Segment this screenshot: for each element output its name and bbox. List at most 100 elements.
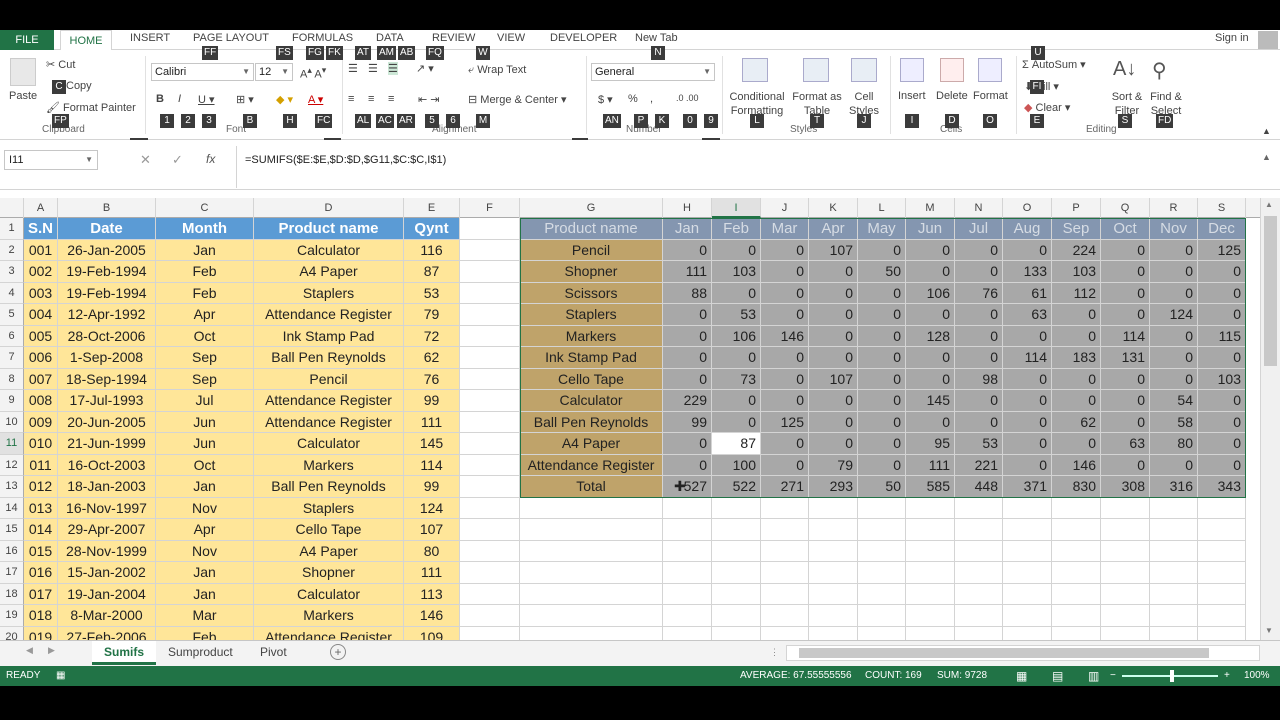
summary-value-cell[interactable]: 0	[809, 390, 858, 412]
empty-cell[interactable]	[1101, 540, 1150, 562]
empty-cell[interactable]	[761, 519, 809, 541]
summary-value-cell[interactable]: 146	[1052, 454, 1101, 476]
table-cell[interactable]: 146	[404, 605, 460, 627]
table-cell[interactable]: 8-Mar-2000	[58, 605, 156, 627]
empty-cell[interactable]	[858, 605, 906, 627]
summary-value-cell[interactable]: 111	[663, 261, 712, 283]
empty-cell[interactable]	[460, 562, 520, 584]
empty-cell[interactable]	[520, 497, 663, 519]
table-cell[interactable]: 004	[24, 304, 58, 326]
zoom-slider-thumb[interactable]	[1170, 670, 1174, 682]
column-header-a[interactable]: A	[24, 198, 58, 218]
empty-cell[interactable]	[1150, 583, 1198, 605]
row-header-11[interactable]: 11	[0, 433, 24, 455]
row-header-8[interactable]: 8	[0, 368, 24, 390]
cancel-icon[interactable]: ✕	[140, 152, 151, 168]
empty-cell[interactable]	[712, 519, 761, 541]
summary-value-cell[interactable]: 0	[858, 304, 906, 326]
align-bottom-icon[interactable]: ☰	[388, 62, 398, 75]
summary-row-label[interactable]: Markers	[520, 325, 663, 347]
summary-value-cell[interactable]: 53	[712, 304, 761, 326]
empty-cell[interactable]	[809, 540, 858, 562]
fill-color-icon[interactable]: ◆ ▾	[276, 93, 293, 106]
orientation-icon[interactable]: ↗ ▾	[416, 62, 434, 75]
empty-cell[interactable]	[460, 626, 520, 640]
summary-value-cell[interactable]: 0	[858, 411, 906, 433]
summary-value-cell[interactable]: 125	[761, 411, 809, 433]
summary-value-cell[interactable]: 0	[761, 433, 809, 455]
summary-value-cell[interactable]: 0	[906, 368, 955, 390]
empty-cell[interactable]	[712, 540, 761, 562]
row-header-5[interactable]: 5	[0, 304, 24, 326]
empty-cell[interactable]	[460, 347, 520, 369]
summary-value-cell[interactable]: 0	[761, 454, 809, 476]
empty-cell[interactable]	[1150, 605, 1198, 627]
summary-header-cell[interactable]: Mar	[761, 218, 809, 240]
enter-icon[interactable]: ✓	[172, 152, 183, 168]
column-header-i[interactable]: I	[712, 198, 761, 218]
empty-cell[interactable]	[460, 304, 520, 326]
table-cell[interactable]: 28-Nov-1999	[58, 540, 156, 562]
empty-cell[interactable]	[460, 368, 520, 390]
summary-value-cell[interactable]: 112	[1052, 282, 1101, 304]
summary-value-cell[interactable]: 0	[1101, 282, 1150, 304]
zoom-out-icon[interactable]: −	[1110, 666, 1116, 686]
summary-value-cell[interactable]: 308	[1101, 476, 1150, 498]
summary-value-cell[interactable]: 0	[1150, 347, 1198, 369]
row-header-19[interactable]: 19	[0, 605, 24, 627]
empty-cell[interactable]	[460, 433, 520, 455]
tab-formulas[interactable]: FORMULAS	[292, 32, 353, 44]
table-cell[interactable]: Markers	[254, 605, 404, 627]
empty-cell[interactable]	[520, 562, 663, 584]
tab-data[interactable]: DATA	[376, 32, 404, 44]
summary-header-cell[interactable]: Jan	[663, 218, 712, 240]
column-header-o[interactable]: O	[1003, 198, 1052, 218]
empty-cell[interactable]	[906, 583, 955, 605]
column-header-p[interactable]: P	[1052, 198, 1101, 218]
summary-row-label[interactable]: Calculator	[520, 390, 663, 412]
table-cell[interactable]: Calculator	[254, 583, 404, 605]
summary-row-label[interactable]: Ball Pen Reynolds	[520, 411, 663, 433]
summary-value-cell[interactable]: 0	[1101, 368, 1150, 390]
zoom-level[interactable]: 100%	[1244, 666, 1270, 686]
font-name-select[interactable]: Calibri ▼	[151, 63, 254, 81]
table-cell[interactable]: Ink Stamp Pad	[254, 325, 404, 347]
worksheet-grid[interactable]: ABCDEFGHIJKLMNOPQRS 1 2 3 4 5 6 7 8 9 10 11 12 13 14 1…	[0, 198, 1260, 640]
table-cell[interactable]: Feb	[156, 261, 254, 283]
summary-value-cell[interactable]: 114	[1003, 347, 1052, 369]
summary-value-cell[interactable]: 0	[1198, 411, 1246, 433]
column-header-s[interactable]: S	[1198, 198, 1246, 218]
summary-value-cell[interactable]: 0	[761, 282, 809, 304]
summary-value-cell[interactable]: 293	[809, 476, 858, 498]
summary-value-cell[interactable]: 0	[1003, 390, 1052, 412]
summary-value-cell[interactable]: 229	[663, 390, 712, 412]
table-cell[interactable]: 20-Jun-2005	[58, 411, 156, 433]
summary-value-cell[interactable]: 0	[1150, 261, 1198, 283]
summary-value-cell[interactable]: 224	[1052, 239, 1101, 261]
column-header-b[interactable]: B	[58, 198, 156, 218]
empty-cell[interactable]	[1198, 583, 1246, 605]
tab-page-layout[interactable]: PAGE LAYOUT	[193, 32, 269, 44]
table-cell[interactable]: 87	[404, 261, 460, 283]
table-header-cell[interactable]: Date	[58, 218, 156, 240]
table-cell[interactable]: Apr	[156, 519, 254, 541]
add-sheet-icon[interactable]: +	[330, 644, 346, 660]
summary-value-cell[interactable]: 316	[1150, 476, 1198, 498]
summary-value-cell[interactable]: 0	[761, 390, 809, 412]
empty-cell[interactable]	[761, 540, 809, 562]
empty-cell[interactable]	[1101, 497, 1150, 519]
empty-cell[interactable]	[1198, 626, 1246, 640]
table-cell[interactable]: 107	[404, 519, 460, 541]
summary-value-cell[interactable]: 111	[906, 454, 955, 476]
summary-value-cell[interactable]: 0	[809, 325, 858, 347]
summary-row-label[interactable]: Ink Stamp Pad	[520, 347, 663, 369]
empty-cell[interactable]	[520, 540, 663, 562]
table-cell[interactable]: Attendance Register	[254, 304, 404, 326]
table-cell[interactable]: 27-Feb-2006	[58, 626, 156, 640]
table-cell[interactable]: 79	[404, 304, 460, 326]
summary-value-cell[interactable]: 0	[1198, 390, 1246, 412]
underline-button[interactable]: U ▾	[198, 93, 215, 106]
empty-cell[interactable]	[712, 626, 761, 640]
summary-value-cell[interactable]: 0	[761, 304, 809, 326]
table-cell[interactable]: 99	[404, 476, 460, 498]
